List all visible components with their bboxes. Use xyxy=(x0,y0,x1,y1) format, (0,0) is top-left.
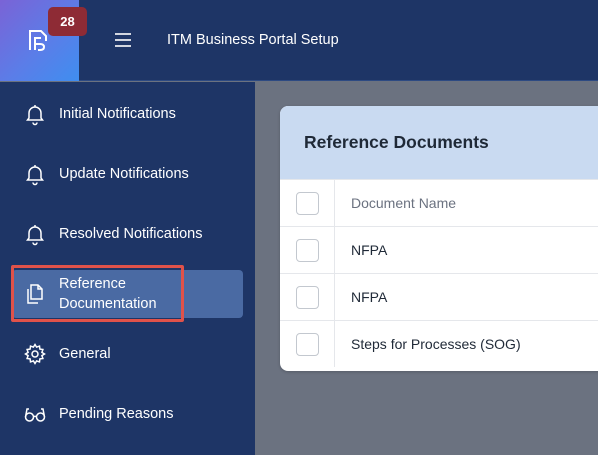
select-all-cell xyxy=(280,180,335,226)
row-checkbox[interactable] xyxy=(295,285,319,309)
sidebar-item-label: Resolved Notifications xyxy=(59,226,203,242)
top-bar: 28 ITM Business Portal Setup xyxy=(0,0,598,81)
bell-icon xyxy=(26,165,44,186)
gear-icon xyxy=(24,343,46,365)
table-row[interactable]: NFPA xyxy=(280,273,598,320)
row-checkbox-cell xyxy=(280,227,335,273)
glasses-icon xyxy=(24,408,46,422)
sidebar-item-reference-documentation[interactable]: Reference Documentation xyxy=(12,270,243,318)
notification-badge[interactable]: 28 xyxy=(48,7,87,36)
table-row[interactable]: Steps for Processes (SOG) xyxy=(280,320,598,367)
table-header-row: Document Name xyxy=(280,179,598,226)
sidebar-item-label: Pending Reasons xyxy=(59,406,174,422)
documents-icon xyxy=(27,284,43,304)
reference-documents-card: Reference Documents Document Name NFPA N… xyxy=(280,106,598,371)
row-checkbox-cell xyxy=(280,321,335,367)
document-name-cell: Steps for Processes (SOG) xyxy=(351,336,521,352)
table-row[interactable]: NFPA xyxy=(280,226,598,273)
select-all-checkbox[interactable] xyxy=(295,191,319,215)
hamburger-menu-icon[interactable] xyxy=(112,30,134,50)
sidebar-item-initial-notifications[interactable]: Initial Notifications xyxy=(12,100,243,128)
sidebar-item-label: Reference Documentation xyxy=(59,274,157,314)
sidebar-item-label-line1: Reference xyxy=(59,276,126,292)
sidebar-item-pending-reasons[interactable]: Pending Reasons xyxy=(12,400,243,428)
row-checkbox-cell xyxy=(280,274,335,320)
card-header: Reference Documents xyxy=(280,106,598,179)
sidebar-item-update-notifications[interactable]: Update Notifications xyxy=(12,160,243,188)
sidebar: Initial Notifications Update Notificatio… xyxy=(0,82,255,455)
column-header-document-name[interactable]: Document Name xyxy=(335,195,456,211)
sidebar-item-resolved-notifications[interactable]: Resolved Notifications xyxy=(12,220,243,248)
card-title: Reference Documents xyxy=(304,132,489,152)
sidebar-item-label-line2: Documentation xyxy=(59,296,157,312)
document-name-cell: NFPA xyxy=(351,242,388,258)
bell-icon xyxy=(26,225,44,246)
logo-icon xyxy=(29,30,47,51)
document-name-cell: NFPA xyxy=(351,289,388,305)
sidebar-item-label: General xyxy=(59,346,111,362)
row-checkbox[interactable] xyxy=(295,332,319,356)
row-checkbox[interactable] xyxy=(295,238,319,262)
bell-icon xyxy=(26,105,44,126)
sidebar-item-label: Initial Notifications xyxy=(59,106,176,122)
sidebar-item-general[interactable]: General xyxy=(12,340,243,368)
app-title: ITM Business Portal Setup xyxy=(167,32,339,48)
sidebar-item-label: Update Notifications xyxy=(59,166,189,182)
